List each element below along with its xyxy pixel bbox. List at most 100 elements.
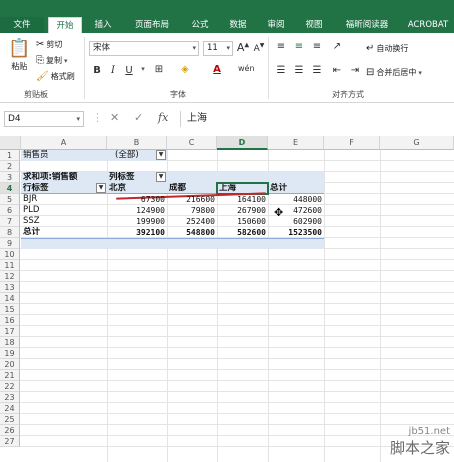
tab-page-layout[interactable]: 页面布局 — [126, 17, 178, 33]
chevron-down-icon: ▾ — [64, 56, 68, 65]
phonetic-icon[interactable]: wén — [238, 64, 255, 73]
align-top-icon[interactable]: ≡ — [274, 41, 288, 52]
cut-button[interactable]: ✂ 剪切 — [36, 39, 62, 50]
gridline — [20, 292, 454, 293]
tab-home[interactable]: 开始 — [48, 17, 82, 33]
row-header[interactable]: 11 — [0, 260, 20, 271]
row-header[interactable]: 5 — [0, 194, 20, 205]
row-header[interactable]: 2 — [0, 161, 20, 172]
column-header-e[interactable]: E — [268, 136, 324, 150]
bold-icon[interactable]: B — [90, 65, 104, 76]
font-name-value: 宋体 — [93, 43, 111, 53]
watermark: jb51.net 脚本之家 — [390, 426, 450, 458]
tab-foxit-reader[interactable]: 福昕阅读器 — [336, 17, 398, 33]
column-header-b[interactable]: B — [107, 136, 167, 150]
row-header[interactable]: 16 — [0, 315, 20, 326]
font-color-icon[interactable]: A — [210, 64, 224, 75]
cancel-icon[interactable]: ✕ — [110, 111, 119, 124]
row-header[interactable]: 25 — [0, 414, 20, 425]
row-header[interactable]: 8 — [0, 227, 20, 238]
tab-acrobat[interactable]: ACROBAT — [404, 17, 452, 33]
row-header[interactable]: 24 — [0, 403, 20, 414]
row-header[interactable]: 27 — [0, 436, 20, 447]
row-header[interactable]: 1 — [0, 150, 20, 161]
row-header[interactable]: 4 — [0, 183, 20, 194]
tab-data[interactable]: 数据 — [222, 17, 254, 33]
watermark-name: 脚本之家 — [389, 439, 450, 457]
formula-input[interactable]: 上海 — [180, 111, 454, 127]
column-header-a[interactable]: A — [21, 136, 107, 150]
column-header-c[interactable]: C — [167, 136, 217, 150]
crosshair-cursor-icon: ✥ — [274, 206, 284, 219]
increase-indent-icon[interactable]: ⇥ — [348, 65, 362, 76]
watermark-url: jb51.net — [408, 426, 450, 437]
decrease-indent-icon[interactable]: ⇤ — [330, 65, 344, 76]
align-bottom-icon[interactable]: ≡ — [310, 41, 324, 52]
align-center-icon[interactable]: ☰ — [292, 65, 306, 76]
italic-icon[interactable]: I — [106, 65, 120, 76]
copy-button[interactable]: ⎘ 复制 ▾ — [36, 55, 68, 66]
pivot-value-cell: 252400 — [186, 217, 215, 226]
tab-file[interactable]: 文件 — [0, 17, 44, 33]
row-header[interactable]: 12 — [0, 271, 20, 282]
check-icon[interactable]: ✓ — [134, 111, 143, 124]
row-header[interactable]: 15 — [0, 304, 20, 315]
column-labels-dropdown-icon[interactable]: ▼ — [156, 172, 166, 182]
gridline — [20, 413, 454, 414]
insert-function-icon[interactable]: fx — [158, 111, 168, 124]
tab-insert[interactable]: 插入 — [86, 17, 120, 33]
row-header[interactable]: 20 — [0, 359, 20, 370]
merge-center-button[interactable]: ⊟ 合并后居中 ▾ — [366, 67, 422, 78]
filter-dropdown-icon[interactable]: ▼ — [156, 150, 166, 160]
tab-formulas[interactable]: 公式 — [184, 17, 216, 33]
border-icon[interactable]: ⊞ — [152, 64, 166, 75]
row-header[interactable]: 17 — [0, 326, 20, 337]
row-header[interactable]: 18 — [0, 337, 20, 348]
gridline — [20, 281, 454, 282]
column-header-f[interactable]: F — [324, 136, 380, 150]
row-header[interactable]: 7 — [0, 216, 20, 227]
orientation-icon[interactable]: ↗ — [330, 41, 344, 52]
row-header[interactable]: 9 — [0, 238, 20, 249]
row-header[interactable]: 14 — [0, 293, 20, 304]
row-header[interactable]: 23 — [0, 392, 20, 403]
tab-view[interactable]: 视图 — [298, 17, 330, 33]
row-header[interactable]: 10 — [0, 249, 20, 260]
tab-review[interactable]: 审阅 — [260, 17, 292, 33]
font-name-combo[interactable]: 宋体 ▾ — [89, 41, 199, 56]
more-icon: ⋮ — [92, 111, 103, 124]
row-header[interactable]: 13 — [0, 282, 20, 293]
fill-color-icon[interactable]: ◈ — [178, 64, 192, 75]
align-middle-icon[interactable]: ≡ — [292, 41, 306, 52]
pivot-row-labels: 行标签 — [23, 183, 49, 193]
clipboard-group-label: 剪贴板 — [24, 90, 48, 99]
shrink-font-icon[interactable]: A▼ — [252, 42, 266, 54]
grow-font-icon[interactable]: A▲ — [236, 41, 250, 54]
paste-button[interactable]: 📋 粘贴 — [8, 39, 30, 72]
column-header-d[interactable]: D — [217, 136, 268, 150]
select-all-corner[interactable] — [0, 136, 21, 150]
align-left-icon[interactable]: ☰ — [274, 65, 288, 76]
pivot-column-labels: 列标签 — [109, 172, 135, 182]
underline-icon[interactable]: U — [122, 65, 136, 76]
row-header[interactable]: 22 — [0, 381, 20, 392]
wrap-text-label: 自动换行 — [376, 44, 409, 53]
format-painter-button[interactable]: 🖌 格式刷 — [36, 71, 75, 82]
font-size-combo[interactable]: 11 ▾ — [203, 41, 233, 56]
wrap-text-button[interactable]: ↵ 自动换行 — [366, 43, 408, 54]
gridline — [20, 402, 454, 403]
column-header-g[interactable]: G — [380, 136, 454, 150]
chevron-down-icon[interactable]: ▾ — [136, 65, 150, 73]
row-header[interactable]: 6 — [0, 205, 20, 216]
row-header[interactable]: 21 — [0, 370, 20, 381]
row-header[interactable]: 19 — [0, 348, 20, 359]
gridline — [380, 150, 381, 462]
align-right-icon[interactable]: ☰ — [310, 65, 324, 76]
row-header[interactable]: 26 — [0, 425, 20, 436]
gridline — [20, 314, 454, 315]
gridline — [20, 446, 454, 447]
row-labels-dropdown-icon[interactable]: ▼ — [96, 183, 106, 193]
name-box[interactable]: D4 ▾ — [4, 111, 84, 127]
row-header[interactable]: 3 — [0, 172, 20, 183]
worksheet-grid[interactable]: A B C D E F G 1 2 3 4 5 6 7 8 9 10 11 12 13 14 15 16 17 1… — [0, 136, 454, 462]
